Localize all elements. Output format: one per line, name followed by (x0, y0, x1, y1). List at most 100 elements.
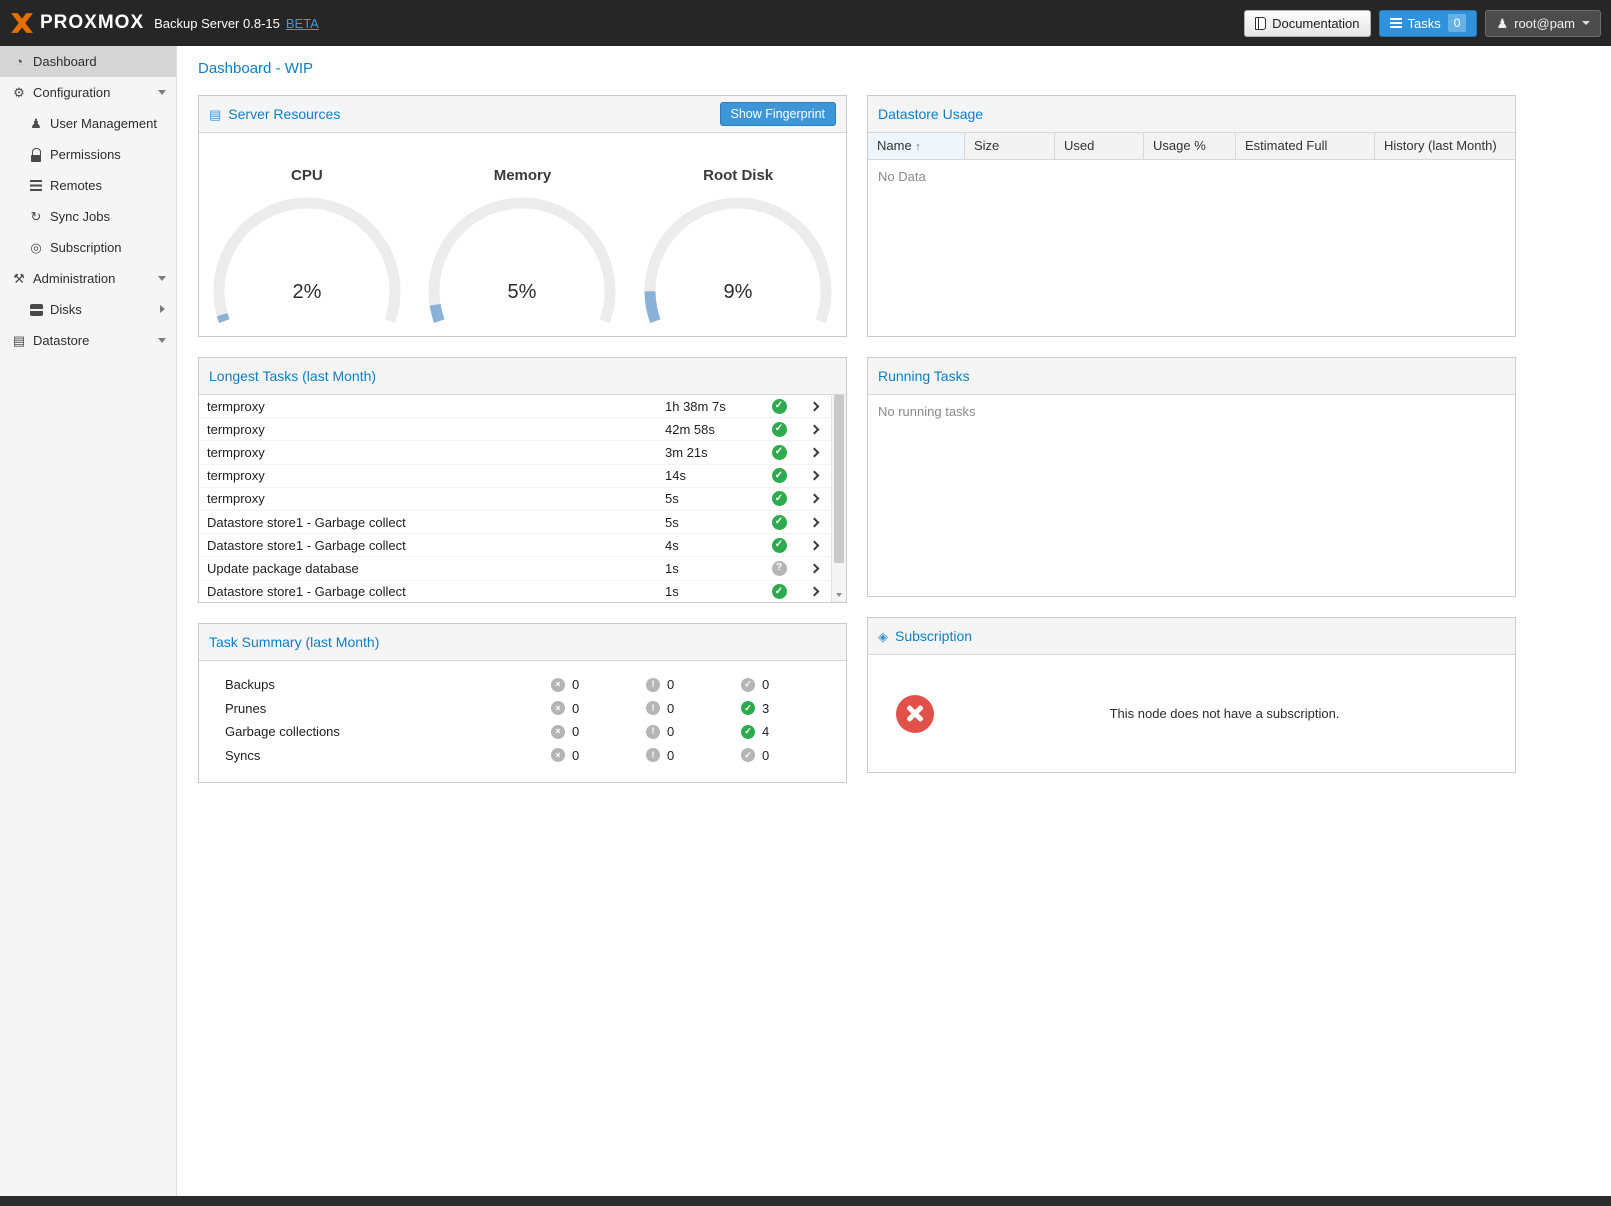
no-data-text: No Data (868, 160, 1515, 193)
left-column: ▤ Server Resources Show Fingerprint CPU2… (198, 95, 847, 783)
column-header-name[interactable]: Name ↑ (868, 133, 965, 159)
brand-text: PROXMOX (40, 12, 144, 34)
ok-count: 4 (762, 724, 769, 739)
task-open-button[interactable] (797, 449, 831, 456)
tasks-button[interactable]: Tasks 0 (1379, 10, 1478, 37)
task-row[interactable]: termproxy3m 21s✓ (199, 441, 831, 464)
documentation-button[interactable]: Documentation (1244, 10, 1370, 37)
task-open-button[interactable] (797, 426, 831, 433)
unknown-icon: ? (772, 561, 787, 576)
sidebar-item-disks[interactable]: Disks (0, 294, 176, 325)
sidebar-item-dashboard[interactable]: ◔Dashboard (0, 46, 176, 77)
gauge-value: 9% (724, 281, 753, 303)
server-resources-panel: ▤ Server Resources Show Fingerprint CPU2… (198, 95, 847, 337)
chevron-right-icon (809, 401, 819, 411)
sidebar-item-administration[interactable]: ⚒Administration (0, 263, 176, 294)
sidebar-item-user-management[interactable]: ♟User Management (0, 108, 176, 139)
datastore-usage-columns: Name ↑SizeUsedUsage %Estimated FullHisto… (868, 133, 1515, 160)
error-icon: × (551, 748, 565, 762)
ok-count: 0 (762, 748, 769, 763)
longest-tasks-title: Longest Tasks (last Month) (209, 368, 376, 384)
longest-tasks-header: Longest Tasks (last Month) (199, 358, 846, 395)
task-row[interactable]: termproxy5s✓ (199, 488, 831, 511)
gauge-value: 5% (508, 281, 537, 303)
gears-icon: ⚙ (10, 85, 28, 101)
user-icon: ♟ (27, 116, 45, 132)
column-header-usage[interactable]: Usage % (1144, 133, 1236, 159)
sidebar-item-remotes[interactable]: Remotes (0, 170, 176, 201)
subscription-body: This node does not have a subscription. (868, 655, 1515, 772)
column-header-size[interactable]: Size (965, 133, 1055, 159)
task-name: termproxy (207, 468, 665, 483)
task-name: termproxy (207, 399, 665, 414)
chevron-right-icon (809, 563, 819, 573)
user-icon: ♟ (1496, 17, 1508, 30)
caret-right-icon (160, 305, 165, 313)
summary-label: Syncs (199, 748, 551, 763)
ok-count: 0 (762, 677, 769, 692)
task-open-button[interactable] (797, 519, 831, 526)
page-title: Dashboard - WIP (177, 46, 1611, 89)
database-icon: ▤ (10, 333, 28, 349)
user-menu-button[interactable]: ♟ root@pam (1485, 10, 1601, 37)
sidebar-item-label: Permissions (50, 147, 121, 162)
user-menu-label: root@pam (1514, 16, 1575, 31)
task-row[interactable]: Datastore store1 - Garbage collect4s✓ (199, 534, 831, 557)
sidebar-item-datastore[interactable]: ▤ Datastore (0, 325, 176, 356)
task-list-icon (1390, 18, 1402, 28)
chevron-right-icon (809, 540, 819, 550)
error-icon: × (551, 725, 565, 739)
sidebar-item-subscription[interactable]: ◎Subscription (0, 232, 176, 263)
no-subscription-icon (896, 695, 934, 733)
scrollbar[interactable] (831, 395, 846, 602)
task-row[interactable]: Update package database1s? (199, 557, 831, 580)
error-count: 0 (572, 748, 579, 763)
subscription-message: This node does not have a subscription. (934, 706, 1515, 721)
caret-down-icon (158, 338, 166, 343)
task-open-button[interactable] (797, 542, 831, 549)
task-row[interactable]: termproxy42m 58s✓ (199, 418, 831, 441)
task-duration: 42m 58s (665, 422, 761, 437)
column-header-history-last-month[interactable]: History (last Month) (1375, 133, 1515, 159)
caret-down-icon (158, 276, 166, 281)
right-column: Datastore Usage Name ↑SizeUsedUsage %Est… (867, 95, 1516, 773)
disks-icon (30, 304, 43, 316)
running-tasks-title: Running Tasks (878, 368, 970, 384)
gauge-arc: 2% (207, 188, 407, 328)
sidebar-item-permissions[interactable]: Permissions (0, 139, 176, 170)
ok-icon: ✓ (772, 584, 787, 599)
task-open-button[interactable] (797, 472, 831, 479)
task-row[interactable]: Datastore store1 - Garbage collect1s✓ (199, 581, 831, 603)
task-open-button[interactable] (797, 588, 831, 595)
show-fingerprint-button[interactable]: Show Fingerprint (720, 102, 837, 126)
sidebar-item-label: Disks (50, 302, 82, 317)
book-icon (1255, 17, 1266, 30)
sidebar-item-label: Datastore (33, 333, 89, 348)
task-row[interactable]: termproxy1h 38m 7s✓ (199, 395, 831, 418)
running-tasks-panel: Running Tasks No running tasks (867, 357, 1516, 597)
gauges-row: CPU2%Memory5%Root Disk9% (199, 133, 846, 328)
task-row[interactable]: termproxy14s✓ (199, 465, 831, 488)
task-name: termproxy (207, 445, 665, 460)
scrollbar-down-button[interactable] (832, 587, 846, 602)
sidebar-item-configuration[interactable]: ⚙Configuration (0, 77, 176, 108)
unlock-icon (27, 148, 45, 162)
chevron-right-icon (809, 448, 819, 458)
task-row[interactable]: Datastore store1 - Garbage collect5s✓ (199, 511, 831, 534)
beta-link[interactable]: BETA (286, 16, 319, 31)
task-summary-header: Task Summary (last Month) (199, 624, 846, 661)
scrollbar-thumb[interactable] (834, 395, 844, 563)
warning-icon: ! (646, 748, 660, 762)
scroll-down-icon (836, 593, 842, 597)
summary-row-syncs: Syncs×0!0✓0 (199, 744, 846, 768)
sidebar-item-label: Subscription (50, 240, 122, 255)
sidebar-item-sync-jobs[interactable]: ↻Sync Jobs (0, 201, 176, 232)
task-open-button[interactable] (797, 495, 831, 502)
column-header-used[interactable]: Used (1055, 133, 1144, 159)
gauge-label: CPU (291, 167, 323, 184)
task-open-button[interactable] (797, 403, 831, 410)
main-area: Dashboard - WIP ▤ Server Resources Show … (177, 46, 1611, 1206)
task-open-button[interactable] (797, 565, 831, 572)
sidebar-nav: ◔Dashboard⚙Configuration♟User Management… (0, 46, 176, 356)
column-header-estimated-full[interactable]: Estimated Full (1236, 133, 1375, 159)
